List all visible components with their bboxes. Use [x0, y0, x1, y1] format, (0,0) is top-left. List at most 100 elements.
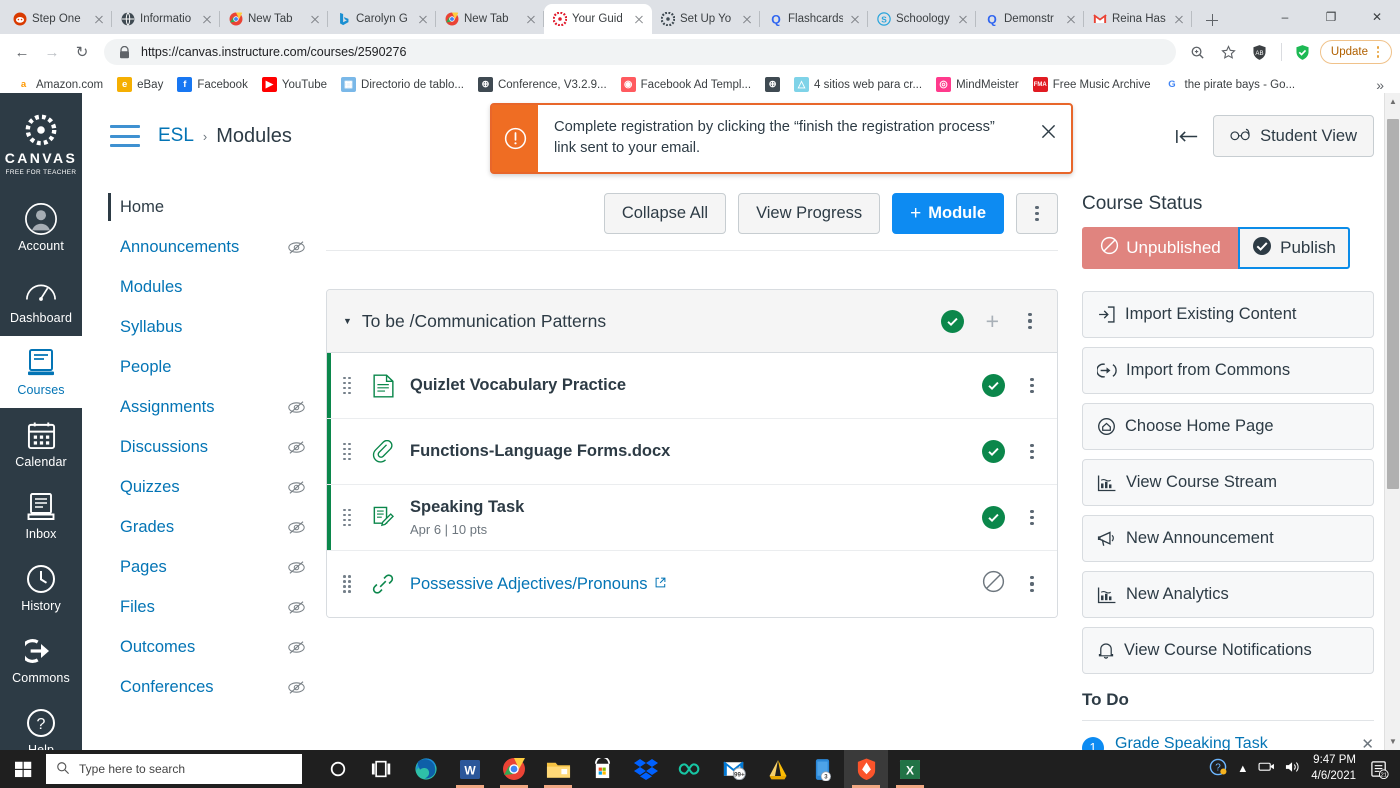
module-item-title[interactable]: Quizlet Vocabulary Practice	[410, 376, 982, 395]
bookmarks-overflow-button[interactable]: »	[1370, 77, 1390, 93]
student-view-button[interactable]: Student View	[1213, 115, 1374, 157]
taskbar-app-mail[interactable]: 99+	[712, 750, 756, 788]
add-module-button[interactable]: + Module	[892, 193, 1004, 234]
item-more-options-icon[interactable]	[1023, 444, 1041, 460]
bookmark-item[interactable]: eeBay	[111, 74, 169, 95]
globalnav-item-inbox[interactable]: Inbox	[0, 480, 82, 552]
hamburger-menu-icon[interactable]	[110, 125, 140, 147]
coursenav-item-modules[interactable]: Modules	[110, 267, 316, 307]
maximize-button[interactable]: ❐	[1308, 0, 1354, 34]
collapse-all-button[interactable]: Collapse All	[604, 193, 726, 234]
taskbar-search-input[interactable]: Type here to search	[46, 754, 302, 784]
taskbar-app-chrome[interactable]	[492, 750, 536, 788]
sidebar-button-view-course-notifications[interactable]: View Course Notifications	[1082, 627, 1374, 674]
browser-tab[interactable]: QFlashcards	[760, 4, 868, 34]
coursenav-item-pages[interactable]: Pages	[110, 547, 316, 587]
browser-tab[interactable]: Reina Has	[1084, 4, 1192, 34]
drag-handle-icon[interactable]	[343, 377, 352, 395]
bookmark-item[interactable]: ▶YouTube	[256, 74, 333, 95]
windows-start-icon[interactable]	[0, 750, 46, 788]
browser-tab[interactable]: QDemonstr	[976, 4, 1084, 34]
action-center-icon[interactable]: 21	[1366, 750, 1392, 788]
item-more-options-icon[interactable]	[1023, 378, 1041, 394]
bookmark-item[interactable]: FMAFree Music Archive	[1027, 74, 1157, 95]
todo-title-link[interactable]: Grade Speaking Task	[1115, 735, 1268, 750]
globalnav-item-calendar[interactable]: Calendar	[0, 408, 82, 480]
taskbar-app-brave[interactable]	[844, 750, 888, 788]
bookmark-item[interactable]: ◎MindMeister	[930, 74, 1025, 95]
taskbar-app-infinity[interactable]	[668, 750, 712, 788]
item-unpublished-icon[interactable]	[982, 570, 1005, 598]
module-item-title[interactable]: Functions-Language Forms.docx	[410, 442, 982, 461]
back-button[interactable]: ←	[8, 38, 36, 66]
module-published-icon[interactable]	[941, 310, 964, 333]
bookmark-item[interactable]: ⊕Conference, V3.2.9...	[472, 74, 613, 95]
sidebar-button-new-announcement[interactable]: New Announcement	[1082, 515, 1374, 562]
coursenav-item-home[interactable]: Home	[110, 187, 316, 227]
browser-tab[interactable]: Set Up Yo	[652, 4, 760, 34]
scrollbar-thumb[interactable]	[1387, 119, 1399, 489]
breadcrumb-course[interactable]: ESL	[158, 125, 194, 147]
help-circle-icon[interactable]: ?	[1209, 758, 1227, 781]
browser-tab-active[interactable]: Your Guid	[544, 4, 652, 34]
drag-handle-icon[interactable]	[343, 443, 352, 461]
bookmark-item[interactable]: ◉Facebook Ad Templ...	[615, 74, 757, 95]
drag-handle-icon[interactable]	[343, 509, 352, 527]
extension-shield-icon[interactable]: AB	[1246, 38, 1274, 66]
close-tab-icon[interactable]	[1172, 12, 1186, 26]
coursenav-item-files[interactable]: Files	[110, 587, 316, 627]
unpublished-button[interactable]: Unpublished	[1082, 227, 1239, 269]
close-window-button[interactable]: ✕	[1354, 0, 1400, 34]
sidebar-button-import-from-commons[interactable]: Import from Commons	[1082, 347, 1374, 394]
taskbar-app-dropbox[interactable]	[624, 750, 668, 788]
publish-button[interactable]: Publish	[1238, 227, 1350, 269]
item-more-options-icon[interactable]	[1023, 576, 1041, 592]
browser-tab[interactable]: Step One	[4, 4, 112, 34]
taskbar-app-edge[interactable]	[404, 750, 448, 788]
minimize-button[interactable]: –	[1262, 0, 1308, 34]
reload-button[interactable]: ↻	[68, 38, 96, 66]
taskbar-app-word[interactable]: W	[448, 750, 492, 788]
taskbar-app-excel[interactable]: X	[888, 750, 932, 788]
sidebar-button-view-course-stream[interactable]: View Course Stream	[1082, 459, 1374, 506]
address-bar[interactable]: https://canvas.instructure.com/courses/2…	[104, 39, 1176, 65]
taskbar-clock[interactable]: 9:47 PM 4/6/2021	[1311, 753, 1356, 784]
coursenav-item-conferences[interactable]: Conferences	[110, 667, 316, 707]
browser-tab[interactable]: New Tab	[220, 4, 328, 34]
browser-menu-icon[interactable]	[1373, 46, 1383, 58]
coursenav-item-grades[interactable]: Grades	[110, 507, 316, 547]
bookmark-item[interactable]: ▦Directorio de tablo...	[335, 74, 470, 95]
module-add-icon[interactable]: +	[986, 310, 999, 333]
bookmark-item[interactable]: fFacebook	[171, 74, 254, 95]
chevron-up-icon[interactable]: ▲	[1237, 763, 1248, 775]
browser-tab[interactable]: Carolyn G	[328, 4, 436, 34]
module-item-title[interactable]: Speaking Task	[410, 498, 982, 517]
close-tab-icon[interactable]	[848, 12, 862, 26]
module-item-title[interactable]: Possessive Adjectives/Pronouns	[410, 575, 982, 594]
globalnav-item-commons[interactable]: Commons	[0, 624, 82, 696]
taskbar-app-phone-link[interactable]: 3	[800, 750, 844, 788]
item-more-options-icon[interactable]	[1023, 510, 1041, 526]
coursenav-item-quizzes[interactable]: Quizzes	[110, 467, 316, 507]
coursenav-item-announcements[interactable]: Announcements	[110, 227, 316, 267]
sidebar-button-new-analytics[interactable]: New Analytics	[1082, 571, 1374, 618]
new-tab-button[interactable]	[1198, 6, 1226, 34]
coursenav-item-discussions[interactable]: Discussions	[110, 427, 316, 467]
close-tab-icon[interactable]	[1064, 12, 1078, 26]
taskbar-app-google-drive[interactable]	[756, 750, 800, 788]
bookmark-item[interactable]: △4 sitios web para cr...	[788, 74, 928, 95]
close-tab-icon[interactable]	[92, 12, 106, 26]
close-icon[interactable]: ✕	[1361, 735, 1374, 750]
taskbar-app-cortana[interactable]	[316, 750, 360, 788]
scroll-down-arrow[interactable]: ▼	[1385, 733, 1400, 750]
forward-button[interactable]: →	[38, 38, 66, 66]
globalnav-item-dashboard[interactable]: Dashboard	[0, 264, 82, 336]
bookmark-item[interactable]: ⊕	[759, 74, 786, 95]
coursenav-item-outcomes[interactable]: Outcomes	[110, 627, 316, 667]
taskbar-app-task-view[interactable]	[360, 750, 404, 788]
view-progress-button[interactable]: View Progress	[738, 193, 880, 234]
scroll-up-arrow[interactable]: ▲	[1385, 93, 1400, 110]
bookmark-item[interactable]: Gthe pirate bays - Go...	[1159, 74, 1302, 95]
star-icon[interactable]	[1215, 38, 1243, 66]
close-tab-icon[interactable]	[524, 12, 538, 26]
